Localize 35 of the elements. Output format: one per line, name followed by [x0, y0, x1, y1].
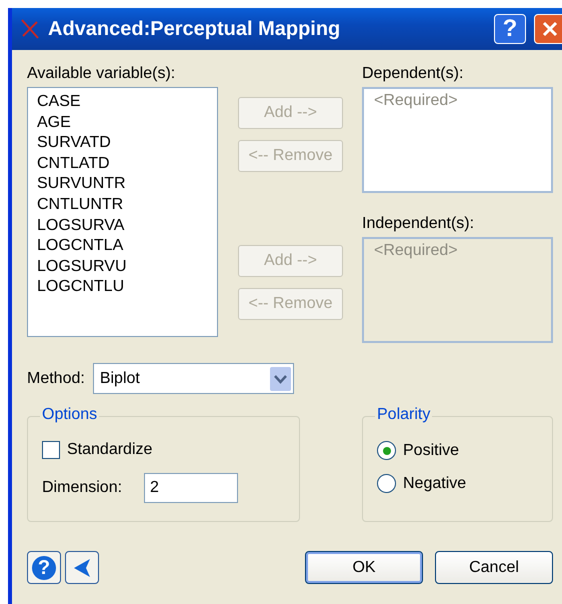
variable-item[interactable]: CNTLATD [37, 154, 208, 174]
polarity-title: Polarity [375, 406, 432, 424]
variable-item[interactable]: LOGCNTLU [37, 277, 208, 298]
window-title: Advanced:Perceptual Mapping [48, 18, 342, 40]
target-label: Independent(s): [362, 214, 476, 234]
variable-item[interactable]: CASE [37, 92, 208, 113]
polarity-option-label: Negative [403, 474, 466, 492]
help-button[interactable]: ? [27, 551, 61, 584]
variable-item[interactable]: LOGSURVU [37, 256, 208, 278]
options-title: Options [40, 406, 100, 424]
variable-item[interactable]: SURVUNTR [37, 174, 208, 195]
back-button[interactable] [65, 551, 99, 584]
standardize-label: Standardize [67, 441, 152, 459]
variable-item[interactable]: SURVATD [37, 133, 208, 154]
variable-item[interactable]: AGE [37, 112, 208, 134]
standardize-checkbox[interactable] [42, 441, 60, 459]
dimension-label: Dimension: [42, 479, 122, 497]
close-button[interactable] [534, 14, 562, 44]
dialog-button[interactable]: Cancel [435, 551, 553, 584]
polarity-radio[interactable] [377, 441, 396, 460]
available-label: Available variable(s): [27, 64, 176, 84]
variable-item[interactable]: LOGCNTLA [37, 236, 208, 257]
method-label: Method: [27, 368, 85, 388]
left-triangle-icon [72, 556, 92, 578]
dialog-button[interactable]: OK [305, 551, 423, 584]
variable-item[interactable]: CNTLUNTR [37, 194, 208, 216]
close-icon [540, 19, 560, 39]
polarity-option-label: Positive [403, 442, 460, 460]
target-label: Dependent(s): [362, 64, 464, 84]
method-dropdown[interactable]: Biplot [92, 363, 294, 394]
variable-item[interactable]: LOGSURVA [37, 216, 208, 236]
help-button[interactable]: ? [494, 14, 526, 44]
dimension-field[interactable]: 2 [144, 473, 238, 503]
polarity-radio[interactable] [377, 474, 396, 493]
cross-icon [20, 18, 40, 40]
